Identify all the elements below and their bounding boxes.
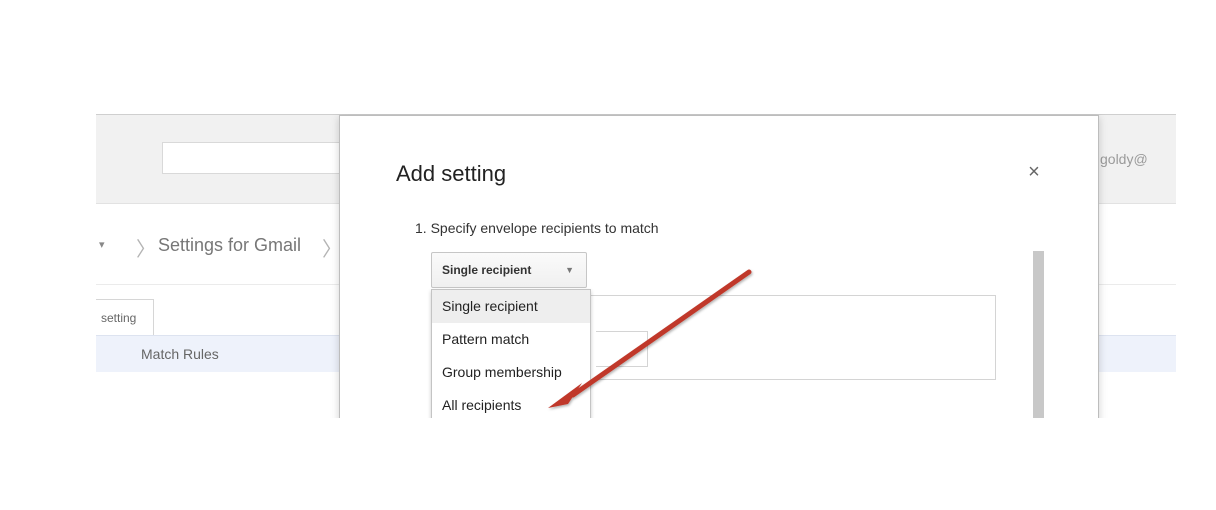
step-label: 1. Specify envelope recipients to match [415,220,659,236]
tab-add-setting[interactable]: setting [96,299,154,335]
dialog-scrollbar[interactable] [1033,251,1044,418]
admin-console-viewport: goldy@ s▾ 〉 Settings for Gmail 〉 setting… [96,114,1176,418]
breadcrumb-separator-icon: 〉 [136,239,156,261]
chevron-down-icon: ▼ [565,265,574,275]
breadcrumb-item-apps[interactable]: s▾ [96,235,105,256]
user-account-label[interactable]: goldy@ [1100,151,1148,167]
option-group-membership[interactable]: Group membership [432,356,590,389]
option-single-recipient[interactable]: Single recipient [432,290,590,323]
recipient-type-dropdown: Single recipient Pattern match Group mem… [431,289,591,418]
option-pattern-match[interactable]: Pattern match [432,323,590,356]
add-setting-dialog: Add setting × 1. Specify envelope recipi… [339,115,1099,418]
select-value: Single recipient [442,263,532,277]
recipient-type-select[interactable]: Single recipient ▼ [431,252,587,288]
option-all-recipients[interactable]: All recipients [432,389,590,418]
recipient-address-input[interactable] [596,331,648,367]
close-icon[interactable]: × [1020,158,1048,186]
match-rules-label: Match Rules [141,346,219,362]
chevron-down-icon: ▾ [99,239,105,251]
dialog-title: Add setting [396,161,507,186]
breadcrumb-item-settings-for-gmail[interactable]: Settings for Gmail [158,235,301,256]
